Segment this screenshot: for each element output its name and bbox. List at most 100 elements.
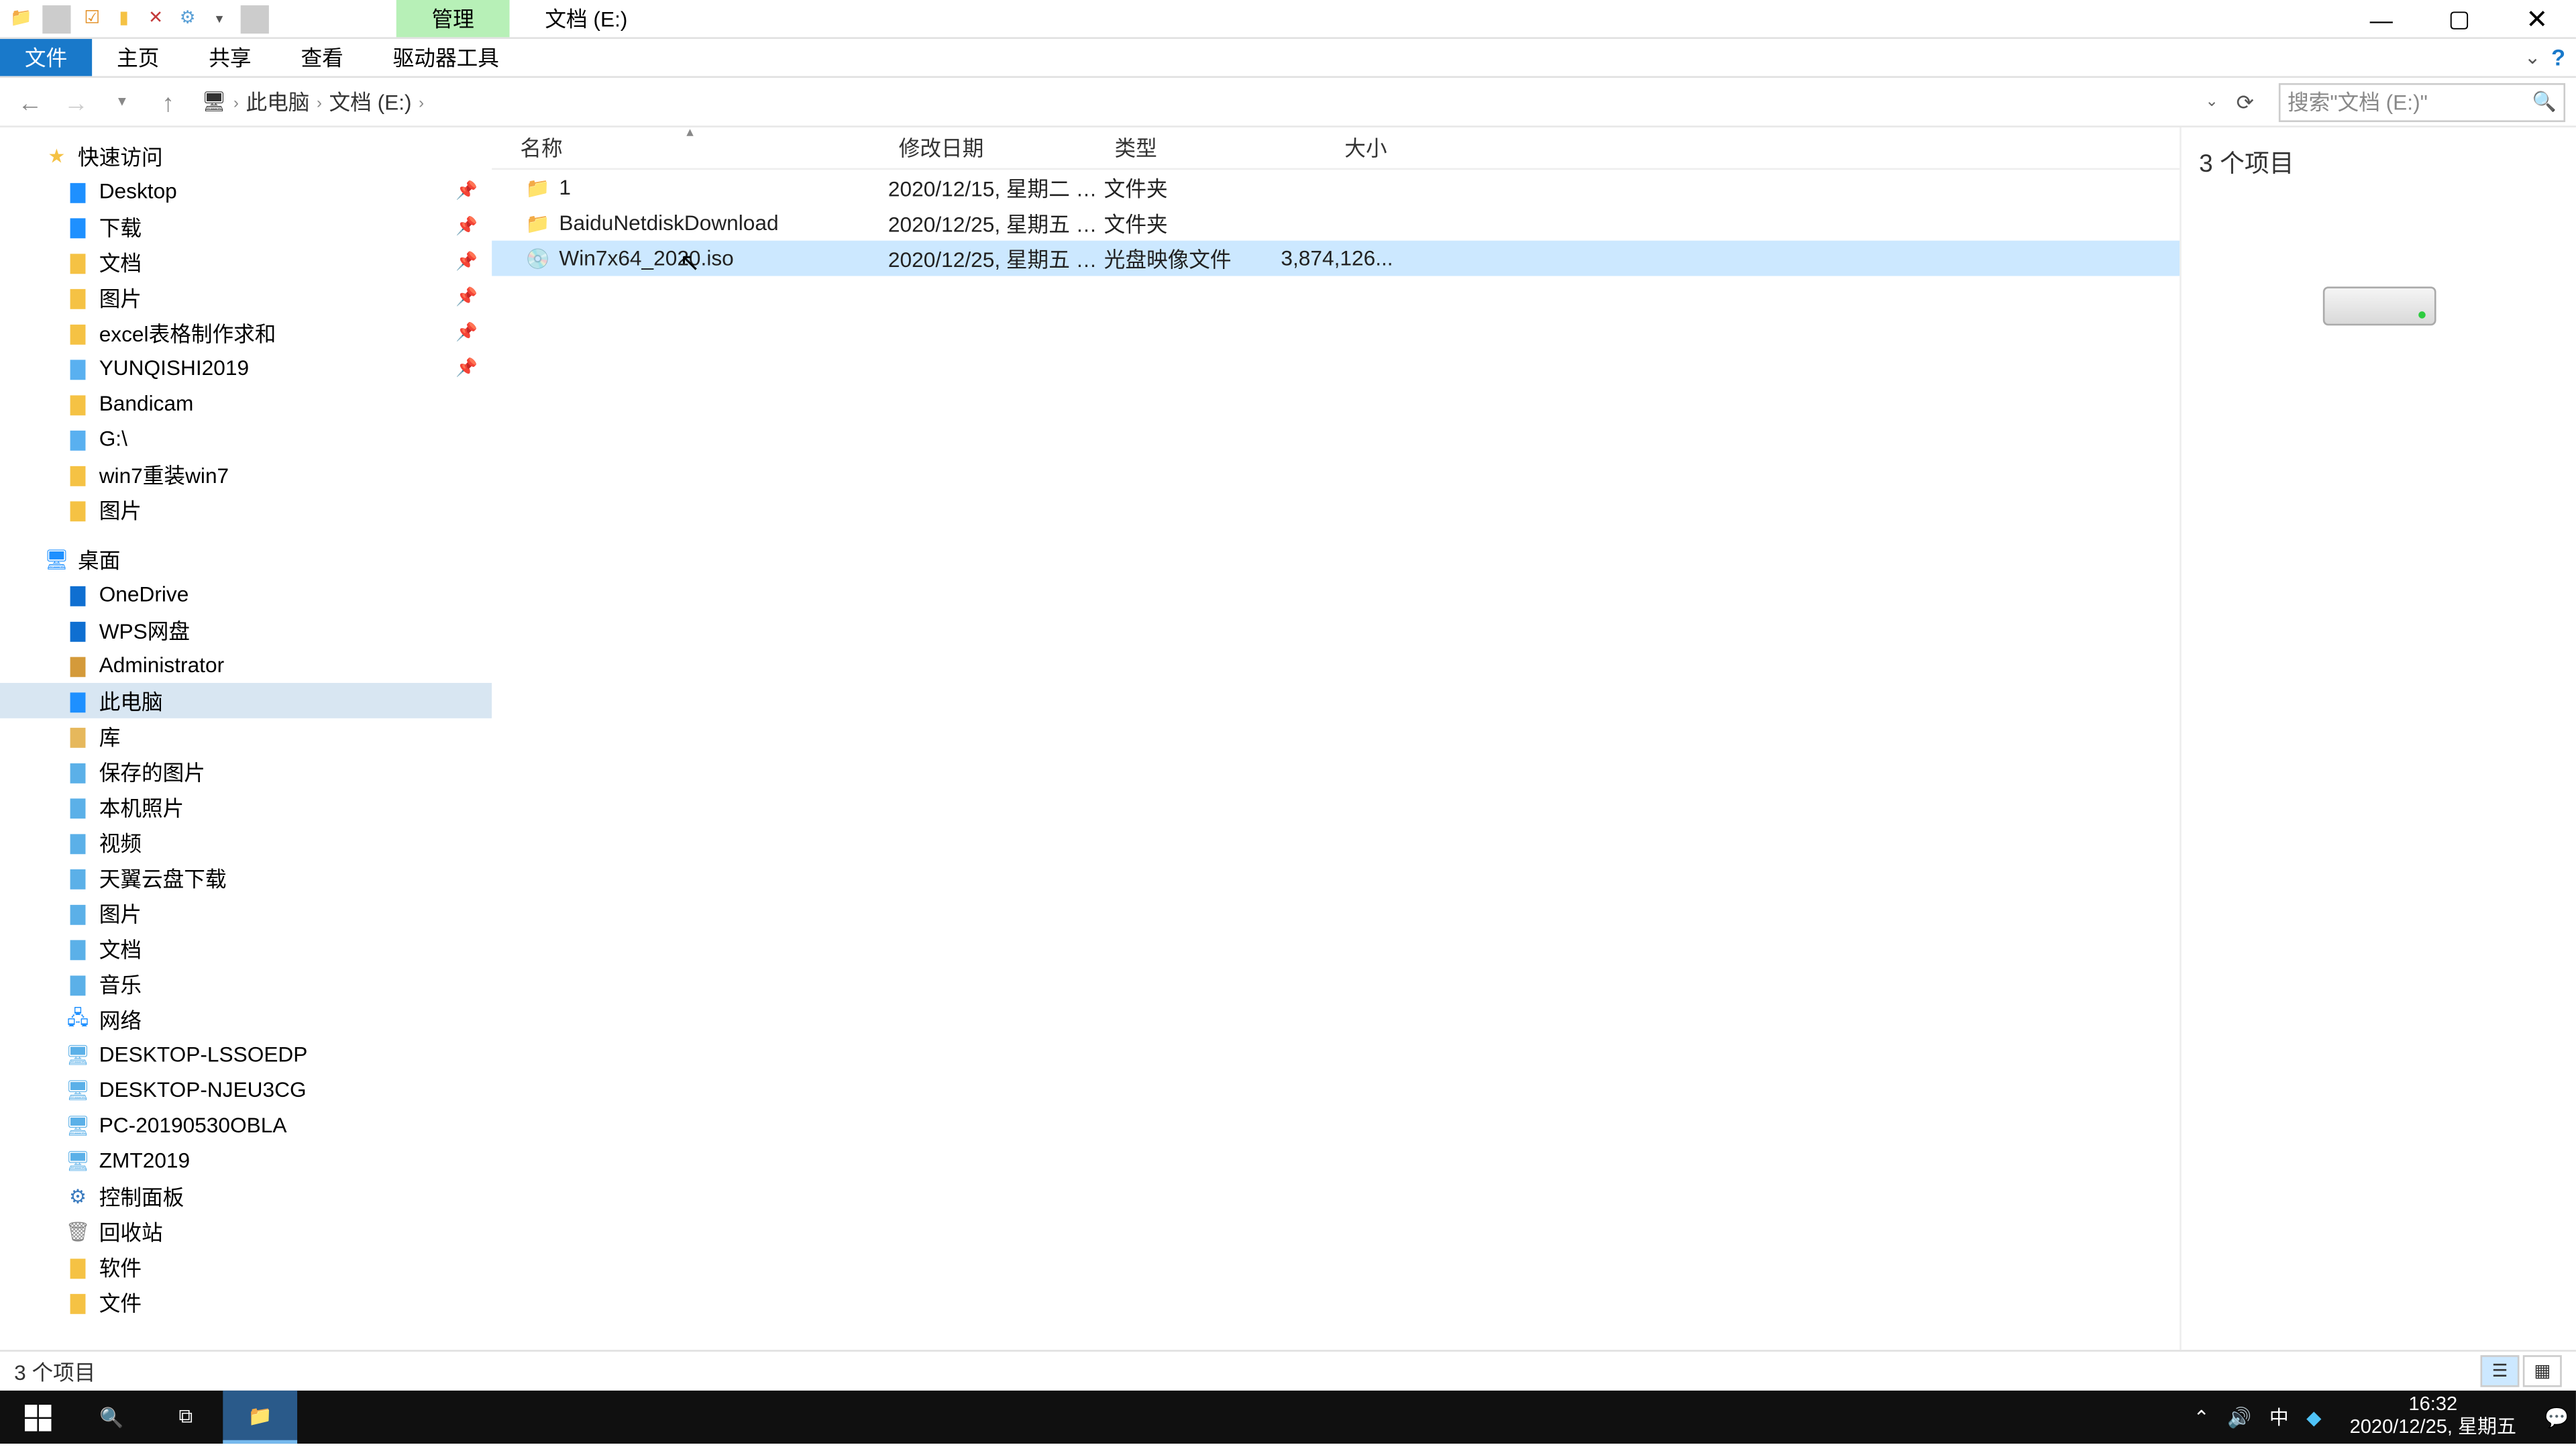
tray-app-icon[interactable]: ◆ bbox=[2306, 1405, 2321, 1428]
sidebar-item[interactable]: ▇视频 bbox=[0, 824, 492, 860]
refresh-button[interactable]: ⟳ bbox=[2226, 89, 2265, 114]
qat-close-icon[interactable]: ✕ bbox=[142, 5, 170, 33]
file-list[interactable]: ▴ 名称 修改日期 类型 大小 📁12020/12/15, 星期二 1...文件… bbox=[492, 127, 2180, 1350]
qat-folder-icon[interactable]: ▮ bbox=[110, 5, 138, 33]
sidebar-item[interactable]: ▇图片 bbox=[0, 895, 492, 930]
volume-icon[interactable]: 🔊 bbox=[2227, 1405, 2251, 1428]
sidebar-item[interactable]: ▇音乐 bbox=[0, 966, 492, 1002]
folder-icon: ▇ bbox=[64, 616, 92, 644]
sidebar-item[interactable]: 🖥ZMT2019 bbox=[0, 1143, 492, 1179]
breadcrumb-dropdown-icon[interactable]: ⌄ bbox=[2205, 92, 2218, 111]
column-type[interactable]: 类型 bbox=[1104, 133, 1281, 163]
chevron-right-icon[interactable]: › bbox=[419, 93, 424, 110]
file-row[interactable]: 📁12020/12/15, 星期二 1...文件夹 bbox=[492, 170, 2180, 205]
sidebar-item[interactable]: 🖥PC-20190530OBLA bbox=[0, 1108, 492, 1143]
search-input[interactable]: 搜索"文档 (E:)" 🔍 bbox=[2279, 83, 2565, 121]
sidebar-item[interactable]: 🖥桌面 bbox=[0, 541, 492, 577]
sidebar-item[interactable]: ▇库 bbox=[0, 718, 492, 754]
sidebar-item[interactable]: ▇图片📌 bbox=[0, 280, 492, 315]
taskbar-explorer-button[interactable]: 📁 bbox=[223, 1391, 297, 1444]
sidebar-item[interactable]: ▇保存的图片 bbox=[0, 753, 492, 789]
sidebar-item[interactable]: ▇G:\ bbox=[0, 421, 492, 457]
sidebar-item[interactable]: ▇Desktop📌 bbox=[0, 173, 492, 209]
file-type: 文件夹 bbox=[1104, 208, 1281, 238]
start-button[interactable] bbox=[0, 1391, 74, 1444]
pin-icon: 📌 bbox=[455, 358, 478, 378]
taskbar[interactable]: 🔍 ⧉ 📁 ⌃ 🔊 中 ◆ 16:32 2020/12/25, 星期五 💬 bbox=[0, 1391, 2576, 1444]
task-view-button[interactable]: ⧉ bbox=[149, 1391, 223, 1444]
folder-icon: 🖥 bbox=[64, 1040, 92, 1069]
search-icon[interactable]: 🔍 bbox=[2532, 91, 2557, 113]
qat-settings-icon[interactable]: ⚙ bbox=[173, 5, 201, 33]
sidebar-item[interactable]: ▇Administrator bbox=[0, 647, 492, 683]
sidebar-item[interactable]: ▇文档📌 bbox=[0, 244, 492, 280]
ribbon-tab-home[interactable]: 主页 bbox=[92, 39, 184, 76]
folder-icon: ▇ bbox=[64, 686, 92, 714]
breadcrumb-item[interactable]: 文档 (E:) bbox=[329, 87, 411, 117]
maximize-button[interactable]: ▢ bbox=[2420, 0, 2498, 39]
sidebar-item[interactable]: ▇文件 bbox=[0, 1285, 492, 1320]
view-large-icons-button[interactable]: ▦ bbox=[2523, 1355, 2562, 1387]
file-row[interactable]: 📁BaiduNetdiskDownload2020/12/25, 星期五 1..… bbox=[492, 205, 2180, 241]
sidebar-item[interactable]: ▇下载📌 bbox=[0, 209, 492, 244]
sidebar-item[interactable]: ▇OneDrive bbox=[0, 577, 492, 612]
nav-history-dropdown[interactable]: ▾ bbox=[103, 83, 142, 121]
sidebar-item-label: DESKTOP-LSSOEDP bbox=[99, 1042, 308, 1067]
nav-back-button[interactable]: ← bbox=[11, 83, 50, 121]
sidebar-item[interactable]: ▇图片 bbox=[0, 492, 492, 527]
sidebar-item[interactable]: ▇win7重装win7 bbox=[0, 456, 492, 492]
sidebar-item[interactable]: ▇文档 bbox=[0, 930, 492, 966]
pin-icon: 📌 bbox=[455, 217, 478, 236]
status-bar: 3 个项目 ☰ ▦ bbox=[0, 1350, 2576, 1391]
sidebar-item[interactable]: ▇excel表格制作求和📌 bbox=[0, 315, 492, 350]
nav-forward-button[interactable]: → bbox=[56, 83, 95, 121]
breadcrumb[interactable]: 🖥 › 此电脑 › 文档 (E:) › bbox=[195, 83, 431, 121]
sidebar-item[interactable]: 🖥 DESKTOP-LSSOEDP bbox=[0, 1036, 492, 1072]
qat-dropdown-icon[interactable]: ▾ bbox=[205, 5, 233, 33]
tray-overflow-icon[interactable]: ⌃ bbox=[2194, 1405, 2210, 1428]
sidebar-item[interactable]: ▇此电脑 bbox=[0, 683, 492, 718]
sidebar-item[interactable]: ★快速访问 bbox=[0, 138, 492, 174]
sidebar-item-label: win7重装win7 bbox=[99, 459, 229, 489]
view-details-button[interactable]: ☰ bbox=[2480, 1355, 2519, 1387]
nav-up-button[interactable]: ↑ bbox=[149, 83, 188, 121]
ribbon-expand-icon[interactable]: ⌄ bbox=[2524, 46, 2540, 69]
sidebar-item[interactable]: ▇软件 bbox=[0, 1249, 492, 1285]
breadcrumb-item[interactable]: 此电脑 bbox=[246, 87, 310, 117]
qat-checkbox-icon[interactable]: ☑ bbox=[78, 5, 106, 33]
close-button[interactable]: ✕ bbox=[2498, 0, 2576, 39]
contextual-tab-manage[interactable]: 管理 bbox=[396, 0, 510, 37]
sidebar-item[interactable]: ▇YUNQISHI2019📌 bbox=[0, 350, 492, 386]
column-headers[interactable]: ▴ 名称 修改日期 类型 大小 bbox=[492, 127, 2180, 170]
ime-indicator[interactable]: 中 bbox=[2269, 1403, 2289, 1431]
ribbon-tab-share[interactable]: 共享 bbox=[184, 39, 276, 76]
minimize-button[interactable]: — bbox=[2343, 0, 2420, 39]
sidebar-item-label: 本机照片 bbox=[99, 792, 184, 822]
sidebar-item[interactable]: 🗑回收站 bbox=[0, 1214, 492, 1249]
taskbar-search-button[interactable]: 🔍 bbox=[74, 1391, 149, 1444]
sidebar-tree[interactable]: ★快速访问▇Desktop📌▇下载📌▇文档📌▇图片📌▇excel表格制作求和📌▇… bbox=[0, 127, 492, 1350]
file-row[interactable]: 💿Win7x64_2020.iso2020/12/25, 星期五 1...光盘映… bbox=[492, 241, 2180, 276]
sidebar-item[interactable]: ▇本机照片 bbox=[0, 789, 492, 824]
chevron-right-icon[interactable]: › bbox=[233, 93, 239, 110]
column-date[interactable]: 修改日期 bbox=[888, 133, 1104, 163]
file-name: BaiduNetdiskDownload bbox=[559, 211, 888, 235]
sidebar-item-label: G:\ bbox=[99, 427, 127, 451]
sidebar-item[interactable]: ▇Bandicam bbox=[0, 386, 492, 421]
sidebar-item[interactable]: 🖥DESKTOP-NJEU3CG bbox=[0, 1072, 492, 1108]
action-center-icon[interactable]: 💬 bbox=[2544, 1405, 2569, 1428]
taskbar-clock[interactable]: 16:32 2020/12/25, 星期五 bbox=[2339, 1395, 2527, 1440]
ribbon-tab-file[interactable]: 文件 bbox=[0, 39, 92, 76]
system-tray[interactable]: ⌃ 🔊 中 ◆ 16:32 2020/12/25, 星期五 💬 bbox=[2194, 1391, 2576, 1444]
column-size[interactable]: 大小 bbox=[1281, 133, 1397, 163]
folder-icon: ▇ bbox=[64, 389, 92, 417]
sidebar-item[interactable]: ⚙控制面板 bbox=[0, 1178, 492, 1214]
chevron-right-icon[interactable]: › bbox=[317, 93, 322, 110]
sidebar-item[interactable]: 🖧网络 bbox=[0, 1002, 492, 1037]
ribbon-tab-view[interactable]: 查看 bbox=[276, 39, 368, 76]
help-icon[interactable]: ? bbox=[2551, 44, 2565, 71]
ribbon-tab-drive-tools[interactable]: 驱动器工具 bbox=[368, 39, 524, 76]
sidebar-item[interactable]: ▇WPS网盘 bbox=[0, 612, 492, 648]
sidebar-item[interactable]: ▇天翼云盘下载 bbox=[0, 860, 492, 896]
folder-icon: ▇ bbox=[64, 248, 92, 276]
